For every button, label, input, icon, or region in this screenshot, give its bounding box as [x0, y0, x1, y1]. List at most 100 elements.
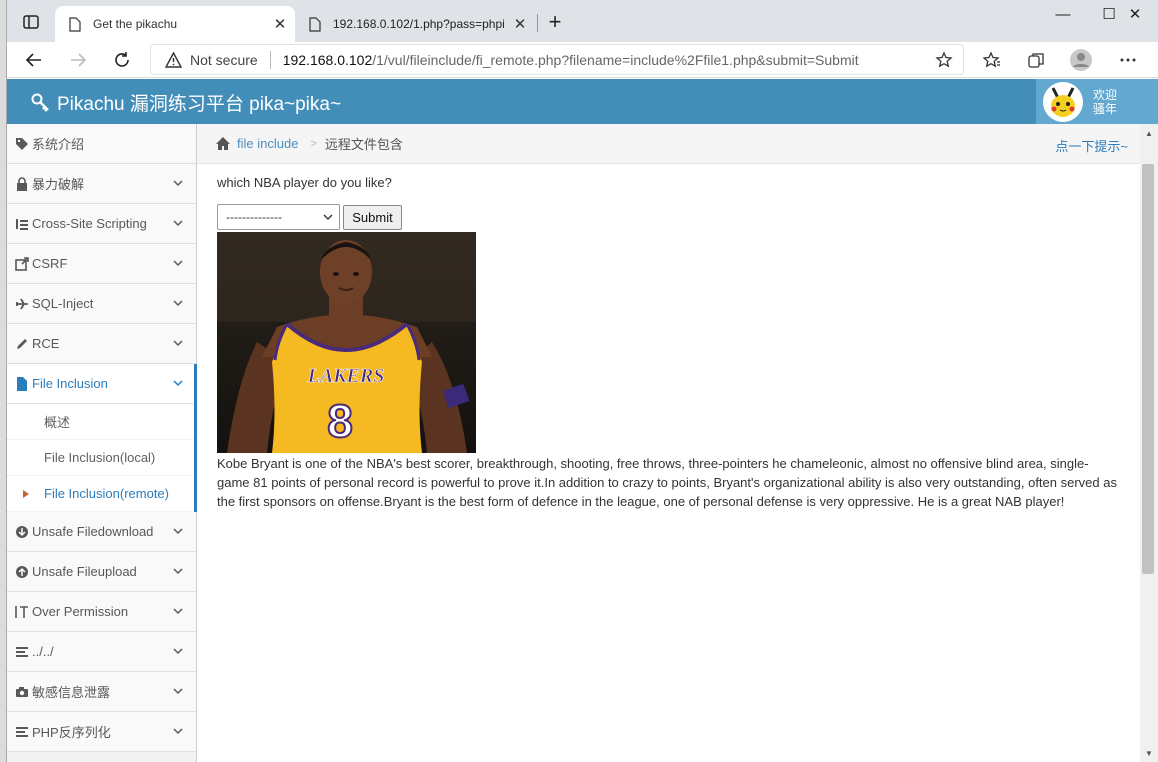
sidebar-item-rce[interactable]: RCE [7, 324, 196, 364]
active-indicator [194, 364, 197, 512]
upload-icon [15, 565, 29, 579]
brand-title: Pikachu 漏洞练习平台 pika~pika~ [57, 94, 342, 115]
chevron-down-icon [323, 214, 333, 220]
sidebar-item-xss[interactable]: Cross-Site Scripting [7, 204, 196, 244]
tab-separator [537, 14, 538, 32]
breadcrumb: file include > 远程文件包含 点一下提示~ [197, 124, 1140, 164]
scroll-up-icon[interactable]: ▲ [1144, 130, 1154, 138]
sidebar-item-unsafe-filedownload[interactable]: Unsafe Filedownload [7, 512, 196, 552]
jersey-text: LAKERS [307, 365, 385, 387]
sidebar-item-info-leak[interactable]: 敏感信息泄露 [7, 672, 196, 712]
forward-icon[interactable] [65, 47, 91, 73]
lock-icon [15, 176, 29, 191]
desktop-edge [0, 0, 7, 762]
page-scrollbar[interactable]: ▲ ▼ [1140, 124, 1158, 762]
browser-tab-bar: Get the pikachu ✕ 192.168.0.102/1.php?pa… [7, 0, 1158, 42]
new-tab-icon[interactable]: + [542, 10, 568, 36]
app-header: Pikachu 漏洞练习平台 pika~pika~ 欢迎 骚年 [7, 79, 1158, 124]
sidebar-item-label: 系统介绍 [32, 137, 85, 152]
tab-title: 192.168.0.102/1.php?pass=phpin [333, 17, 505, 31]
refresh-icon[interactable] [109, 47, 135, 73]
pencil-icon [15, 337, 29, 351]
breadcrumb-link[interactable]: file include [237, 136, 298, 151]
sidebar-item-label: RCE [32, 336, 60, 351]
sidebar-item-over-permission[interactable]: Over Permission [7, 592, 196, 632]
browser-toolbar: Not secure 192.168.0.102/1/vul/fileinclu… [7, 42, 1158, 78]
player-photo: LAKERS 8 [217, 232, 476, 453]
chevron-down-icon [173, 380, 183, 387]
download-icon [15, 525, 29, 539]
address-bar[interactable]: Not secure 192.168.0.102/1/vul/fileinclu… [150, 44, 964, 75]
player-select[interactable]: -------------- [217, 204, 340, 230]
sidebar-item-label: 暴力破解 [32, 177, 85, 192]
sidebar-subitem-label: File Inclusion(local) [44, 450, 156, 465]
sidebar-subitem-overview[interactable]: 概述 [7, 404, 196, 440]
favorites-icon[interactable] [979, 47, 1005, 73]
sidebar-item-brute-force[interactable]: 暴力破解 [7, 164, 196, 204]
sidebar-subitem-local[interactable]: File Inclusion(local) [7, 440, 196, 476]
sidebar-item-dir-traversal[interactable]: ../../ [7, 632, 196, 672]
welcome-line-1: 欢迎 [1093, 87, 1118, 102]
list-icon [15, 217, 29, 231]
sidebar-item-php-unserialize[interactable]: PHP反序列化 [7, 712, 196, 752]
hint-link[interactable]: 点一下提示~ [1055, 136, 1128, 155]
tab-get-the-pikachu[interactable]: Get the pikachu ✕ [55, 6, 295, 42]
sidebar-item-file-inclusion[interactable]: File Inclusion [7, 364, 196, 404]
url-text: 192.168.0.102/1/vul/fileinclude/fi_remot… [283, 52, 963, 68]
sidebar-item-label: SQL-Inject [32, 296, 94, 311]
jersey-number: 8 [327, 395, 353, 447]
chevron-down-icon [173, 220, 183, 227]
close-tab-icon[interactable]: ✕ [265, 15, 295, 33]
welcome-line-2: 骚年 [1093, 101, 1118, 116]
sidebar-item-label: ../../ [32, 644, 54, 659]
chevron-down-icon [173, 608, 183, 615]
more-options-icon[interactable] [1115, 47, 1141, 73]
sidebar-item-csrf[interactable]: CSRF [7, 244, 196, 284]
tab-php-shell[interactable]: 192.168.0.102/1.php?pass=phpin ✕ [295, 6, 535, 42]
scroll-down-icon[interactable]: ▼ [1144, 750, 1154, 758]
back-icon[interactable] [21, 47, 47, 73]
sidebar-item-label: Over Permission [32, 604, 129, 619]
home-icon[interactable] [215, 136, 231, 151]
caret-right-icon [23, 490, 29, 498]
brand[interactable]: Pikachu 漏洞练习平台 pika~pika~ [31, 89, 341, 116]
collections-icon[interactable] [1023, 47, 1049, 73]
add-favorite-icon[interactable] [931, 47, 957, 73]
sidebar-item-label: File Inclusion [32, 376, 108, 391]
sidebar-subitem-remote[interactable]: File Inclusion(remote) [7, 476, 196, 512]
sidebar-item-sql-inject[interactable]: SQL-Inject [7, 284, 196, 324]
sidebar-item-label: CSRF [32, 256, 68, 271]
close-window-icon[interactable]: ✕ [1112, 2, 1158, 30]
profile-icon[interactable] [1068, 47, 1094, 73]
chevron-down-icon [173, 568, 183, 575]
chevron-down-icon [173, 340, 183, 347]
address-separator [269, 50, 271, 69]
align-icon [15, 725, 29, 739]
sidebar-item-unsafe-fileupload[interactable]: Unsafe Fileupload [7, 552, 196, 592]
text-height-icon [15, 605, 29, 619]
sidebar-item-label: Cross-Site Scripting [32, 216, 147, 231]
align-icon [15, 645, 29, 659]
tab-actions-icon[interactable] [21, 12, 41, 32]
select-value: -------------- [226, 210, 282, 224]
sidebar-item-label: PHP反序列化 [32, 725, 111, 740]
welcome-text: 欢迎 骚年 [1093, 88, 1117, 116]
wrench-icon [31, 93, 49, 112]
file-icon [15, 376, 29, 391]
url-path: /1/vul/fileinclude/fi_remote.php?filenam… [372, 51, 859, 68]
player-bio: Kobe Bryant is one of the NBA's best sco… [217, 456, 1117, 509]
sidebar-subitem-label: File Inclusion(remote) [44, 486, 169, 501]
minimize-icon[interactable]: — [1040, 2, 1086, 30]
chevron-down-icon [173, 688, 183, 695]
page-icon [309, 16, 321, 32]
scroll-thumb[interactable] [1142, 164, 1154, 574]
submit-button[interactable]: Submit [343, 205, 402, 230]
close-tab-icon[interactable]: ✕ [505, 15, 535, 33]
sidebar-item-label: Unsafe Filedownload [32, 524, 154, 539]
breadcrumb-separator-icon: > [310, 137, 317, 150]
not-secure-label: Not secure [190, 51, 258, 68]
page-icon [69, 16, 81, 32]
sidebar-subitem-label: 概述 [44, 415, 71, 430]
user-menu[interactable]: 欢迎 骚年 [1036, 79, 1158, 124]
sidebar-item-intro[interactable]: 系统介绍 [7, 124, 196, 164]
